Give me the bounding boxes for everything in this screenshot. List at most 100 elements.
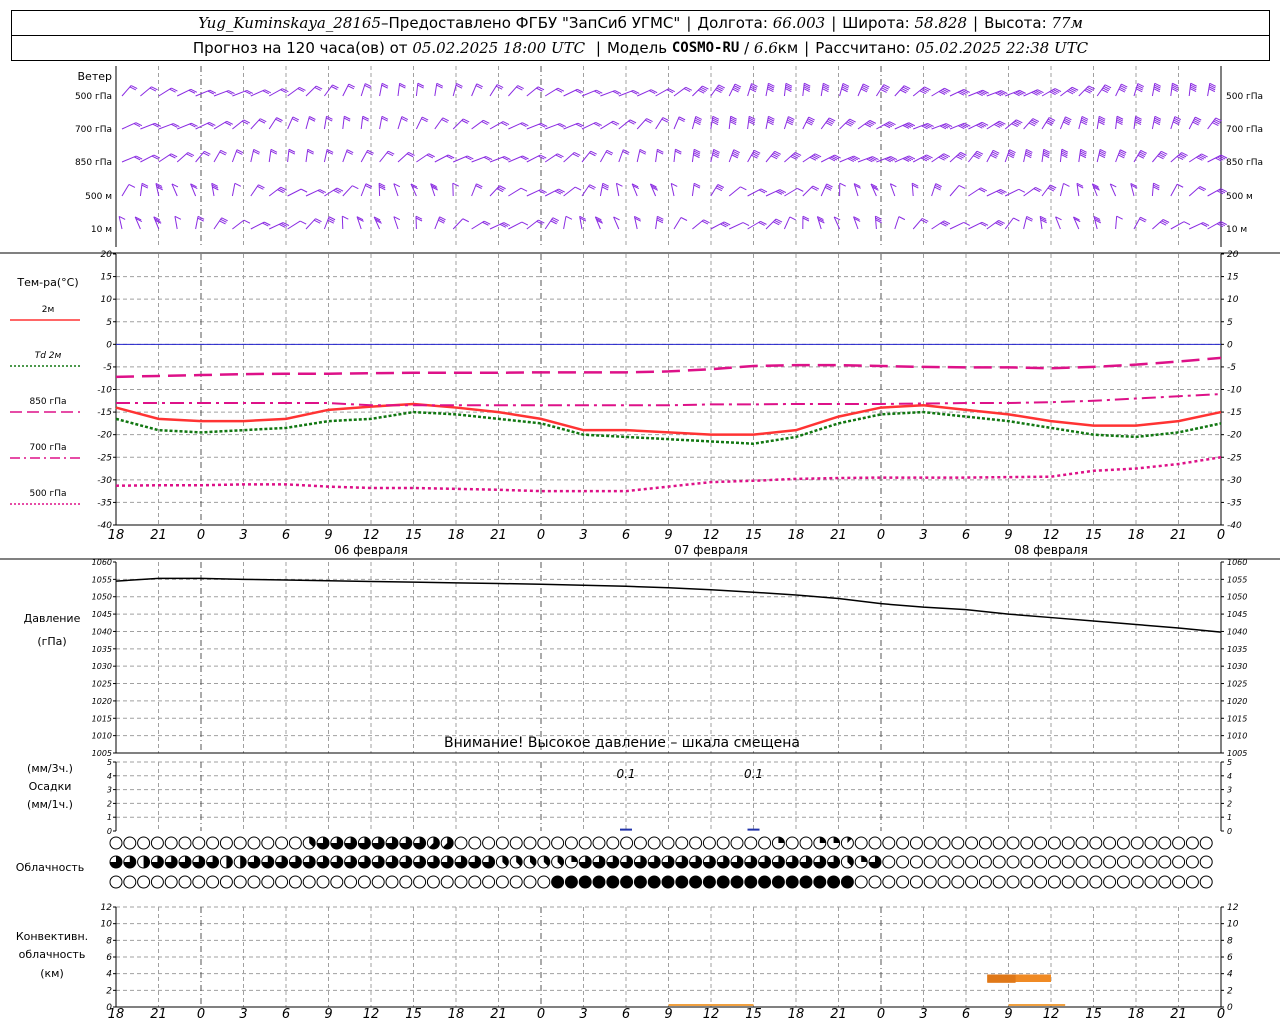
cloud-symbol	[523, 875, 537, 889]
cloud-symbol	[647, 836, 661, 850]
y-tick-label-left: 1060	[92, 558, 112, 567]
y-tick-label-right: 0	[1227, 827, 1232, 836]
wind-barb	[820, 154, 835, 163]
cloud-fill	[551, 876, 564, 888]
cloud-symbol	[1185, 836, 1199, 850]
cloud-symbol	[164, 836, 178, 850]
cloud-symbol	[1103, 855, 1117, 869]
wind-barb	[600, 90, 616, 97]
wind-barb	[1060, 86, 1073, 97]
cloud-symbol	[868, 836, 882, 850]
cloud-symbol	[1047, 855, 1061, 869]
cloud-symbol	[1199, 836, 1213, 850]
cloud-fill	[841, 876, 854, 888]
cloud-fill	[744, 876, 757, 888]
wind-barb-feather	[1018, 188, 1026, 193]
cloud-symbol	[1006, 875, 1020, 889]
wind-barb	[600, 120, 614, 130]
cloud-symbol	[716, 836, 730, 850]
x-tick-label-bottom: 3	[919, 1007, 927, 1022]
x-tick-label: 6	[962, 528, 970, 543]
wind-barb	[1188, 222, 1204, 230]
cloud-symbol	[137, 836, 151, 850]
wind-barb-feather	[963, 221, 970, 226]
wind-barb	[195, 122, 210, 130]
y-tick-label-left: 0	[107, 827, 112, 836]
y-tick-label-right: -35	[1227, 498, 1242, 508]
wind-barb	[1133, 217, 1141, 230]
precip-annotation: 0.1	[616, 767, 635, 781]
wind-barb-feather	[1183, 221, 1191, 226]
y-tick-label-right: 0	[1227, 1003, 1233, 1013]
cloud-symbol	[1199, 875, 1213, 889]
y-tick-label-left: -20	[97, 431, 112, 441]
wind-barb-feather	[520, 187, 528, 192]
temp-title: Тем-ра(°С)	[16, 276, 78, 289]
cloud-symbol	[620, 836, 634, 850]
cloud-fill	[226, 856, 233, 868]
legend-label: 500 гПа	[29, 489, 66, 499]
cloud-symbol	[261, 875, 275, 889]
cloud-symbol	[1116, 875, 1130, 889]
wind-barb-feather	[789, 216, 797, 221]
meteogram-chart: Ветер 500 гПа 500 гПа 700 гПа 700 гПа 850 гПа…	[0, 66, 1280, 1022]
x-tick-label-bottom: 0	[1217, 1007, 1225, 1022]
cloud-symbol	[992, 855, 1006, 869]
wind-barb	[931, 153, 945, 163]
y-tick-label-right: 4	[1227, 970, 1233, 980]
y-tick-label-left: 2	[106, 986, 112, 996]
cloud-symbol	[606, 836, 620, 850]
cloud-symbol	[509, 875, 523, 889]
cloud-fill	[620, 876, 633, 888]
x-tick-label: 9	[664, 528, 672, 543]
cloud-symbol	[1103, 875, 1117, 889]
wind-barb	[839, 118, 851, 130]
x-tick-label: 18	[448, 528, 465, 543]
wind-barb	[673, 86, 687, 97]
wind-barb	[986, 120, 1000, 130]
day-label: 08 февраля	[1014, 543, 1088, 557]
wind-barb	[615, 183, 620, 197]
wind-barb	[140, 86, 152, 97]
x-tick-label-bottom: 0	[537, 1007, 545, 1022]
cloud-symbol	[1034, 875, 1048, 889]
y-tick-label-left: -5	[103, 363, 112, 373]
x-tick-label: 21	[1170, 528, 1187, 543]
wind-barb	[526, 219, 539, 230]
wind-barb	[1188, 186, 1201, 197]
y-tick-label-right: 4	[1227, 772, 1232, 781]
y-tick-label-left: 1005	[92, 749, 112, 758]
cloud-symbol	[965, 836, 979, 850]
x-tick-label: 18	[108, 528, 125, 543]
y-tick-label-left: 2	[107, 799, 112, 808]
wind-barb	[563, 216, 567, 230]
wind-barb	[526, 86, 539, 97]
cloud-fill	[778, 837, 785, 843]
x-tick-label-bottom: 0	[877, 1007, 885, 1022]
wind-barb-feather	[898, 216, 906, 221]
wind-barb	[526, 189, 541, 197]
wind-barb	[471, 119, 484, 130]
x-tick-label: 3	[239, 528, 247, 543]
wind-barb	[508, 122, 523, 130]
y-tick-label-left: 0	[106, 340, 112, 350]
cloud-symbol	[1103, 836, 1117, 850]
cloud-fill	[675, 876, 688, 888]
cloud-symbol	[137, 875, 151, 889]
cloud-symbol	[882, 875, 896, 889]
wind-barb-feather	[243, 219, 251, 224]
cloud-symbol	[951, 836, 965, 850]
x-tick-label-bottom: 9	[1004, 1007, 1012, 1022]
y-tick-label-right: 12	[1227, 903, 1239, 913]
y-tick-label-left: 1035	[92, 645, 112, 654]
x-tick-label-bottom: 18	[788, 1007, 805, 1022]
y-tick-label-right: -30	[1227, 476, 1242, 486]
wind-level-label-right: 10 м	[1226, 225, 1247, 235]
cloud-symbol	[440, 875, 454, 889]
cloud-symbol	[978, 836, 992, 850]
y-tick-label-left: -35	[97, 498, 112, 508]
cloud-fill	[240, 856, 247, 868]
wind-barb	[1023, 187, 1036, 197]
wind-barb-feather	[462, 218, 470, 223]
cloud-symbol	[965, 875, 979, 889]
